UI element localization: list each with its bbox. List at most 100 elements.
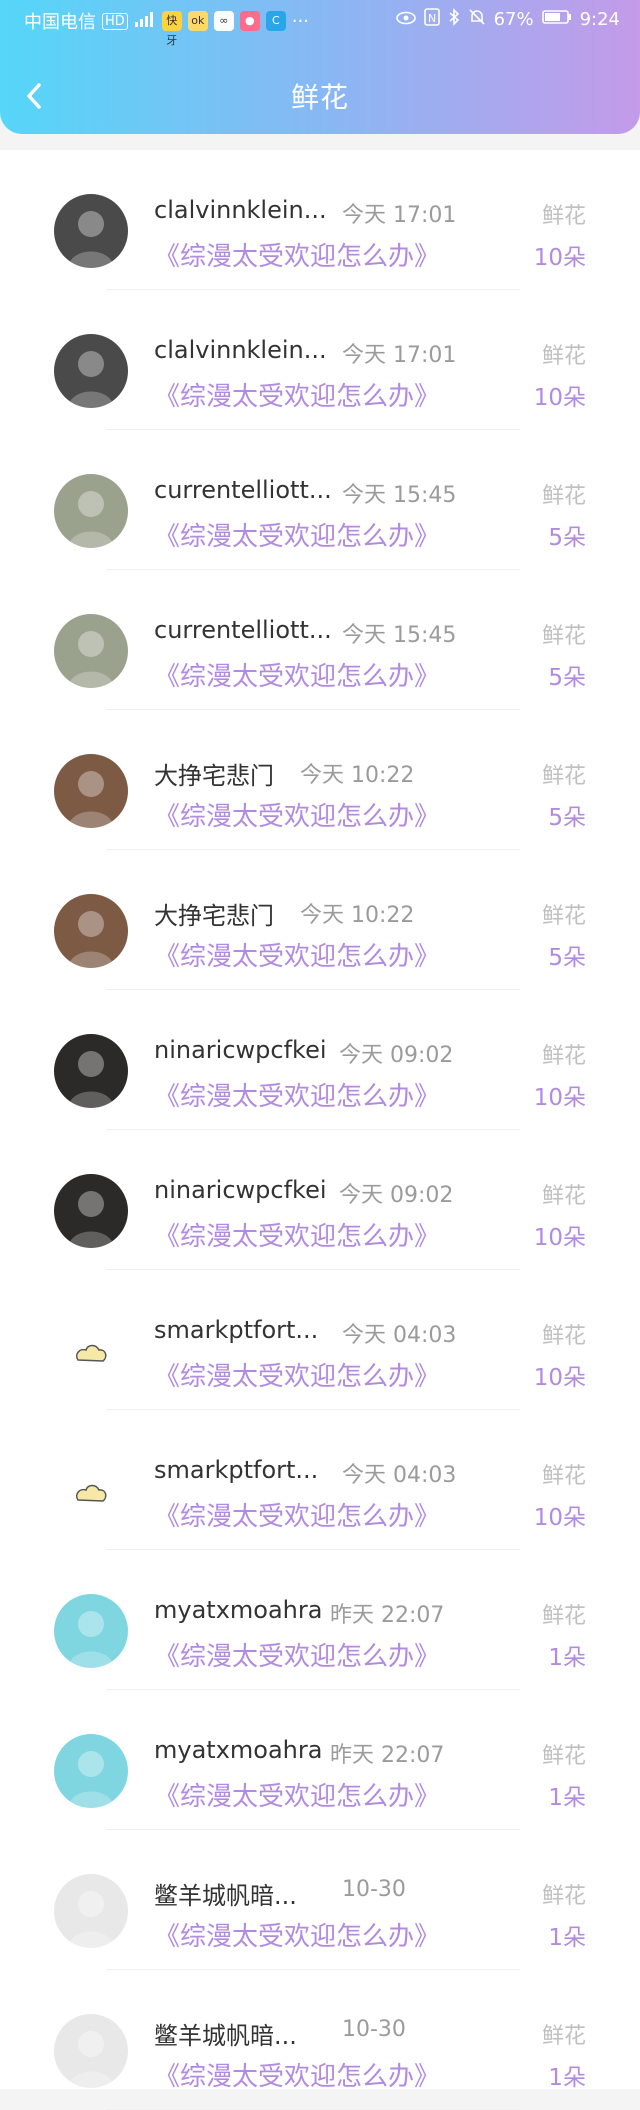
avatar[interactable] xyxy=(54,474,128,548)
flower-count: 5朵 xyxy=(548,805,586,831)
list-item[interactable]: 鳖羊城帆暗... 10-30 《综漫太受欢迎怎么办》 鲜花 1朵 xyxy=(0,1970,640,2110)
flower-label: 鲜花 xyxy=(541,204,586,229)
battery-icon xyxy=(541,9,572,30)
more-notifications-icon: ··· xyxy=(291,10,309,32)
gift-time: 今天 04:03 xyxy=(342,1463,457,1488)
book-title-link[interactable]: 《综漫太受欢迎怎么办》 xyxy=(154,516,440,553)
flower-record-list: clalvinnklein... 今天 17:01 《综漫太受欢迎怎么办》 鲜花 10朵… xyxy=(0,150,640,2110)
avatar[interactable] xyxy=(54,1034,128,1108)
gift-time: 昨天 22:07 xyxy=(330,1603,445,1628)
list-item[interactable]: ninaricwpcfkei 今天 09:02 《综漫太受欢迎怎么办》 鲜花 10朵 xyxy=(0,990,640,1130)
avatar[interactable] xyxy=(54,894,128,968)
flower-label: 鲜花 xyxy=(541,1044,586,1069)
avatar[interactable] xyxy=(54,1174,128,1248)
gift-time: 今天 17:01 xyxy=(342,343,457,368)
mute-bell-icon xyxy=(468,8,486,31)
battery-percent: 67% xyxy=(493,9,534,30)
user-name: smarkptfort... xyxy=(154,1456,319,1484)
flower-count: 10朵 xyxy=(533,1225,586,1251)
user-name: 大挣宅悲门 xyxy=(154,762,274,790)
flower-label: 鲜花 xyxy=(541,1464,586,1489)
list-item[interactable]: myatxmoahra 昨天 22:07 《综漫太受欢迎怎么办》 鲜花 1朵 xyxy=(0,1550,640,1690)
app-notification-icon: ok xyxy=(187,11,208,31)
flower-label: 鲜花 xyxy=(541,624,586,649)
avatar[interactable] xyxy=(54,334,128,408)
list-item[interactable]: myatxmoahra 昨天 22:07 《综漫太受欢迎怎么办》 鲜花 1朵 xyxy=(0,1690,640,1830)
list-item[interactable]: currentelliott... 今天 15:45 《综漫太受欢迎怎么办》 鲜花 5朵 xyxy=(0,570,640,710)
book-title-link[interactable]: 《综漫太受欢迎怎么办》 xyxy=(154,1356,440,1393)
user-name: 大挣宅悲门 xyxy=(154,902,274,930)
book-title-link[interactable]: 《综漫太受欢迎怎么办》 xyxy=(154,1636,440,1673)
flower-label: 鲜花 xyxy=(541,344,586,369)
eye-icon xyxy=(395,9,416,30)
gift-time: 今天 10:22 xyxy=(300,763,415,788)
gift-time: 今天 15:45 xyxy=(342,623,457,648)
gift-time: 今天 04:03 xyxy=(342,1323,457,1348)
gift-time: 今天 17:01 xyxy=(342,203,457,228)
book-title-link[interactable]: 《综漫太受欢迎怎么办》 xyxy=(154,656,440,693)
book-title-link[interactable]: 《综漫太受欢迎怎么办》 xyxy=(154,2056,440,2093)
flower-label: 鲜花 xyxy=(541,1604,586,1629)
app-notification-icon: ∞ xyxy=(213,11,234,31)
list-item[interactable]: smarkptfort... 今天 04:03 《综漫太受欢迎怎么办》 鲜花 10朵 xyxy=(0,1270,640,1410)
list-item[interactable]: currentelliott... 今天 15:45 《综漫太受欢迎怎么办》 鲜花 5朵 xyxy=(0,430,640,570)
avatar[interactable] xyxy=(54,1874,128,1948)
book-title-link[interactable]: 《综漫太受欢迎怎么办》 xyxy=(154,1216,440,1253)
user-name: smarkptfort... xyxy=(154,1316,319,1344)
list-item[interactable]: clalvinnklein... 今天 17:01 《综漫太受欢迎怎么办》 鲜花 10朵 xyxy=(0,290,640,430)
user-name: ninaricwpcfkei xyxy=(154,1036,327,1064)
signal-icon xyxy=(134,11,156,32)
avatar[interactable] xyxy=(54,614,128,688)
flower-count: 10朵 xyxy=(533,385,586,411)
header-bar: 中国电信 HD 快牙 ok ∞ ● C ··· N 67% 9:24 鲜花 xyxy=(0,0,640,134)
gift-time: 今天 15:45 xyxy=(342,483,457,508)
avatar[interactable] xyxy=(54,194,128,268)
book-title-link[interactable]: 《综漫太受欢迎怎么办》 xyxy=(154,1076,440,1113)
user-name: clalvinnklein... xyxy=(154,336,327,364)
avatar[interactable] xyxy=(54,1594,128,1668)
carrier-label: 中国电信 xyxy=(24,12,96,33)
gift-time: 10-30 xyxy=(342,2017,406,2042)
list-item[interactable]: smarkptfort... 今天 04:03 《综漫太受欢迎怎么办》 鲜花 10朵 xyxy=(0,1410,640,1550)
gift-time: 今天 09:02 xyxy=(339,1183,454,1208)
status-bar: 中国电信 HD 快牙 ok ∞ ● C ··· N 67% 9:24 xyxy=(0,0,640,47)
book-title-link[interactable]: 《综漫太受欢迎怎么办》 xyxy=(154,376,440,413)
list-item[interactable]: 鳖羊城帆暗... 10-30 《综漫太受欢迎怎么办》 鲜花 1朵 xyxy=(0,1830,640,1970)
list-item[interactable]: 大挣宅悲门 今天 10:22 《综漫太受欢迎怎么办》 鲜花 5朵 xyxy=(0,850,640,990)
flower-label: 鲜花 xyxy=(541,1744,586,1769)
flower-count: 1朵 xyxy=(548,1925,586,1951)
list-item[interactable]: 大挣宅悲门 今天 10:22 《综漫太受欢迎怎么办》 鲜花 5朵 xyxy=(0,710,640,850)
flower-label: 鲜花 xyxy=(541,1184,586,1209)
avatar[interactable] xyxy=(54,2014,128,2088)
flower-count: 5朵 xyxy=(548,525,586,551)
avatar[interactable] xyxy=(54,1734,128,1808)
clock-time: 9:24 xyxy=(579,9,620,30)
app-notification-icon: C xyxy=(265,11,286,31)
book-title-link[interactable]: 《综漫太受欢迎怎么办》 xyxy=(154,1916,440,1953)
user-name: 鳖羊城帆暗... xyxy=(154,1882,297,1910)
app-notification-icon: 快牙 xyxy=(161,11,182,47)
list-item[interactable]: ninaricwpcfkei 今天 09:02 《综漫太受欢迎怎么办》 鲜花 10朵 xyxy=(0,1130,640,1270)
user-name: currentelliott... xyxy=(154,616,332,644)
page-title: 鲜花 xyxy=(290,81,349,114)
book-title-link[interactable]: 《综漫太受欢迎怎么办》 xyxy=(154,796,440,833)
book-title-link[interactable]: 《综漫太受欢迎怎么办》 xyxy=(154,1776,440,1813)
gift-time: 今天 10:22 xyxy=(300,903,415,928)
avatar[interactable] xyxy=(54,754,128,828)
flower-count: 1朵 xyxy=(548,2065,586,2091)
book-title-link[interactable]: 《综漫太受欢迎怎么办》 xyxy=(154,936,440,973)
flower-count: 10朵 xyxy=(533,1505,586,1531)
user-name: ninaricwpcfkei xyxy=(154,1176,327,1204)
flower-label: 鲜花 xyxy=(541,764,586,789)
avatar[interactable] xyxy=(54,1314,128,1388)
book-title-link[interactable]: 《综漫太受欢迎怎么办》 xyxy=(154,1496,440,1533)
avatar[interactable] xyxy=(54,1454,128,1528)
flower-label: 鲜花 xyxy=(541,1324,586,1349)
user-name: myatxmoahra xyxy=(154,1736,323,1764)
book-title-link[interactable]: 《综漫太受欢迎怎么办》 xyxy=(154,236,440,273)
flower-label: 鲜花 xyxy=(541,904,586,929)
list-item[interactable]: clalvinnklein... 今天 17:01 《综漫太受欢迎怎么办》 鲜花 10朵 xyxy=(0,150,640,290)
flower-count: 1朵 xyxy=(548,1785,586,1811)
bluetooth-icon xyxy=(448,8,460,31)
network-label: HD xyxy=(102,12,128,30)
